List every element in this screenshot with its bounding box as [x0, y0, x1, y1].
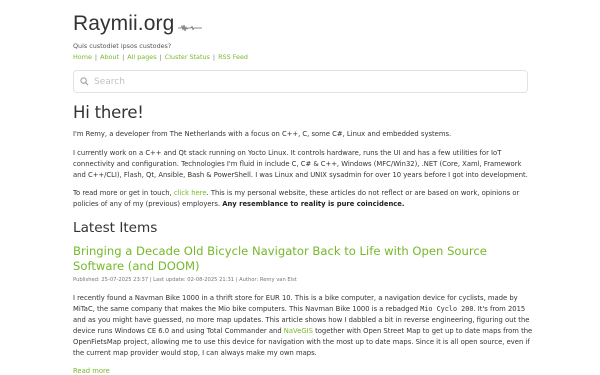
device-model-code: Mio Cyclo 200	[420, 305, 474, 313]
navegis-link[interactable]: NaVeGIS	[284, 327, 313, 335]
site-title-link[interactable]: Raymii.org	[73, 12, 174, 36]
article-author: Author: Remy van Elst	[239, 277, 297, 283]
search-input[interactable]	[94, 76, 514, 87]
latest-items-heading: Latest Items	[73, 220, 158, 236]
nav-separator: |	[94, 53, 98, 61]
nav-link-rss-feed[interactable]: RSS Feed	[218, 53, 248, 61]
intro-paragraph: To read more or get in touch, click here…	[73, 188, 535, 210]
intro-paragraph: I currently work on a C++ and Qt stack r…	[73, 149, 528, 179]
intro-text: To read more or get in touch,	[73, 189, 174, 197]
nav-link-home[interactable]: Home	[73, 53, 92, 61]
article-meta: Published: 25-07-2025 23:37 | Last updat…	[73, 277, 297, 283]
article-title-link[interactable]: Bringing a Decade Old Bicycle Navigator …	[73, 244, 535, 274]
site-tagline: Quis custodiet ipsos custodes?	[73, 42, 172, 50]
read-more-link[interactable]: Read more	[73, 367, 110, 375]
nav-link-cluster-status[interactable]: Cluster Status	[165, 53, 210, 61]
search-box	[73, 70, 528, 93]
article-published: Published: 25-07-2025 23:37	[73, 277, 149, 283]
nav-link-about[interactable]: About	[100, 53, 119, 61]
intro-paragraph: I'm Remy, a developer from The Netherlan…	[73, 130, 452, 138]
search-icon	[80, 77, 89, 86]
article-summary: I recently found a Navman Bike 1000 in a…	[73, 293, 535, 359]
disclaimer-bold: Any resemblance to reality is pure coinc…	[222, 200, 405, 208]
nav-separator: |	[122, 53, 125, 61]
top-nav: Home | About | All pages | Cluster Statu…	[73, 53, 248, 61]
article-updated: Last update: 02-08-2025 21:31	[153, 277, 235, 283]
waveform-logo-icon	[178, 24, 203, 32]
contact-link[interactable]: click here	[174, 189, 207, 197]
intro-heading: Hi there!	[73, 103, 144, 122]
nav-separator: |	[212, 53, 216, 61]
site-header: Raymii.org	[73, 10, 203, 36]
nav-link-all-pages[interactable]: All pages	[127, 53, 156, 61]
nav-separator: |	[159, 53, 162, 61]
